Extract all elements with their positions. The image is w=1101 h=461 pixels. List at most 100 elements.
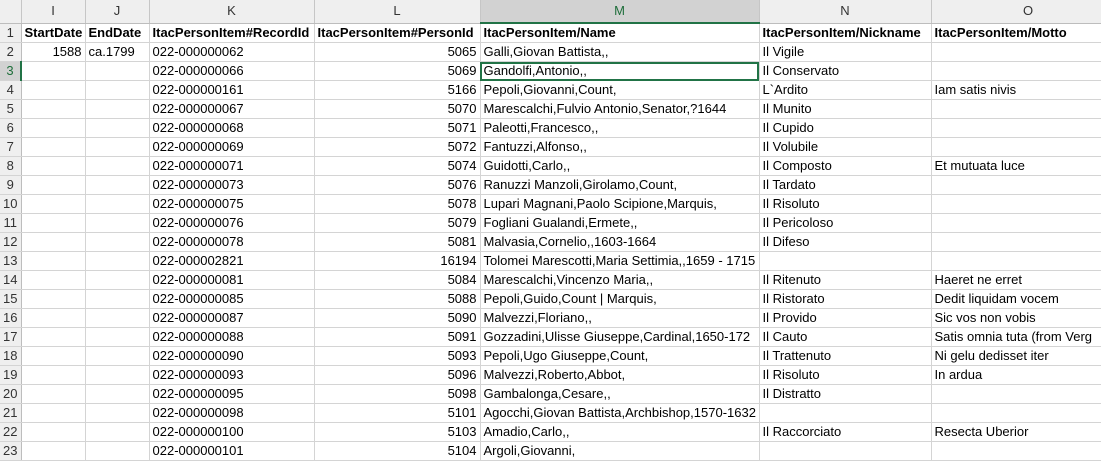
- row-header[interactable]: 6: [0, 118, 22, 138]
- cell-personid[interactable]: 5103: [314, 422, 481, 442]
- cell-enddate[interactable]: [85, 118, 150, 138]
- select-all-corner[interactable]: [0, 0, 22, 24]
- cell-nickname[interactable]: Il Munito: [759, 99, 932, 119]
- cell-startdate[interactable]: StartDate: [21, 23, 86, 43]
- cell-startdate[interactable]: [21, 61, 86, 81]
- cell-startdate[interactable]: [21, 441, 86, 461]
- cell-recordid[interactable]: 022-000000068: [149, 118, 315, 138]
- cell-recordid[interactable]: 022-000000067: [149, 99, 315, 119]
- cell-nickname[interactable]: ItacPersonItem/Nickname: [759, 23, 932, 43]
- cell-name[interactable]: Tolomei Marescotti,Maria Settimia,,1659 …: [480, 251, 760, 271]
- cell-startdate[interactable]: [21, 80, 86, 100]
- cell-recordid[interactable]: 022-000000093: [149, 365, 315, 385]
- cell-name[interactable]: Agocchi,Giovan Battista,Archbishop,1570-…: [480, 403, 760, 423]
- cell-enddate[interactable]: [85, 251, 150, 271]
- column-header-n[interactable]: N: [759, 0, 932, 24]
- row-header[interactable]: 8: [0, 156, 22, 176]
- cell-recordid[interactable]: 022-000000095: [149, 384, 315, 404]
- cell-startdate[interactable]: [21, 99, 86, 119]
- cell-nickname[interactable]: [759, 441, 932, 461]
- cell-personid[interactable]: 5069: [314, 61, 481, 81]
- column-header-j[interactable]: J: [85, 0, 150, 24]
- row-header[interactable]: 12: [0, 232, 22, 252]
- cell-motto[interactable]: [931, 403, 1101, 423]
- cell-enddate[interactable]: [85, 80, 150, 100]
- row-header[interactable]: 5: [0, 99, 22, 119]
- cell-motto[interactable]: [931, 137, 1101, 157]
- row-header[interactable]: 19: [0, 365, 22, 385]
- column-header-l[interactable]: L: [314, 0, 481, 24]
- cell-name[interactable]: ItacPersonItem/Name: [480, 23, 760, 43]
- cell-recordid[interactable]: 022-000000073: [149, 175, 315, 195]
- row-header[interactable]: 7: [0, 137, 22, 157]
- cell-motto[interactable]: Resecta Uberior: [931, 422, 1101, 442]
- cell-enddate[interactable]: [85, 137, 150, 157]
- cell-name[interactable]: Paleotti,Francesco,,: [480, 118, 760, 138]
- cell-enddate[interactable]: [85, 441, 150, 461]
- row-header[interactable]: 21: [0, 403, 22, 423]
- cell-enddate[interactable]: [85, 213, 150, 233]
- cell-enddate[interactable]: [85, 327, 150, 347]
- cell-enddate[interactable]: ca.1799: [85, 42, 150, 62]
- cell-enddate[interactable]: [85, 308, 150, 328]
- cell-startdate[interactable]: [21, 232, 86, 252]
- cell-nickname[interactable]: Il Risoluto: [759, 194, 932, 214]
- cell-startdate[interactable]: [21, 365, 86, 385]
- cell-recordid[interactable]: 022-000000100: [149, 422, 315, 442]
- cell-startdate[interactable]: [21, 308, 86, 328]
- cell-personid[interactable]: 5101: [314, 403, 481, 423]
- cell-personid[interactable]: 5070: [314, 99, 481, 119]
- row-header[interactable]: 13: [0, 251, 22, 271]
- cell-recordid[interactable]: 022-000000098: [149, 403, 315, 423]
- cell-motto[interactable]: [931, 251, 1101, 271]
- cell-nickname[interactable]: [759, 251, 932, 271]
- cell-nickname[interactable]: Il Tardato: [759, 175, 932, 195]
- cell-personid[interactable]: 5104: [314, 441, 481, 461]
- cell-startdate[interactable]: [21, 118, 86, 138]
- cell-recordid[interactable]: ItacPersonItem#RecordId: [149, 23, 315, 43]
- cell-personid[interactable]: 5093: [314, 346, 481, 366]
- cell-nickname[interactable]: Il Raccorciato: [759, 422, 932, 442]
- row-header[interactable]: 9: [0, 175, 22, 195]
- row-header[interactable]: 11: [0, 213, 22, 233]
- cell-motto[interactable]: ItacPersonItem/Motto: [931, 23, 1101, 43]
- cell-name[interactable]: Malvezzi,Floriano,,: [480, 308, 760, 328]
- cell-motto[interactable]: Iam satis nivis: [931, 80, 1101, 100]
- row-header[interactable]: 3: [0, 61, 22, 81]
- column-header-m[interactable]: M: [480, 0, 760, 24]
- cell-name[interactable]: Marescalchi,Vincenzo Maria,,: [480, 270, 760, 290]
- cell-personid[interactable]: 5088: [314, 289, 481, 309]
- cell-startdate[interactable]: [21, 384, 86, 404]
- cell-personid[interactable]: 5071: [314, 118, 481, 138]
- cell-personid[interactable]: 5098: [314, 384, 481, 404]
- cell-personid[interactable]: 5074: [314, 156, 481, 176]
- cell-motto[interactable]: Ni gelu dedisset iter: [931, 346, 1101, 366]
- cell-personid[interactable]: 5079: [314, 213, 481, 233]
- cell-enddate[interactable]: [85, 422, 150, 442]
- cell-name[interactable]: Pepoli,Guido,Count | Marquis,: [480, 289, 760, 309]
- cell-startdate[interactable]: [21, 327, 86, 347]
- cell-motto[interactable]: [931, 175, 1101, 195]
- cell-nickname[interactable]: Il Vigile: [759, 42, 932, 62]
- column-header-k[interactable]: K: [149, 0, 315, 24]
- cell-nickname[interactable]: Il Composto: [759, 156, 932, 176]
- cell-nickname[interactable]: Il Conservato: [759, 61, 932, 81]
- cell-nickname[interactable]: Il Provido: [759, 308, 932, 328]
- row-header[interactable]: 22: [0, 422, 22, 442]
- row-header[interactable]: 10: [0, 194, 22, 214]
- cell-startdate[interactable]: [21, 403, 86, 423]
- cell-motto[interactable]: [931, 61, 1101, 81]
- cell-name[interactable]: Ranuzzi Manzoli,Girolamo,Count,: [480, 175, 760, 195]
- cell-recordid[interactable]: 022-000000062: [149, 42, 315, 62]
- cell-startdate[interactable]: [21, 175, 86, 195]
- cell-recordid[interactable]: 022-000000090: [149, 346, 315, 366]
- cell-recordid[interactable]: 022-000000161: [149, 80, 315, 100]
- cell-name[interactable]: Pepoli,Ugo Giuseppe,Count,: [480, 346, 760, 366]
- cell-nickname[interactable]: Il Volubile: [759, 137, 932, 157]
- cell-motto[interactable]: Haeret ne erret: [931, 270, 1101, 290]
- cell-startdate[interactable]: [21, 251, 86, 271]
- cell-name[interactable]: Fantuzzi,Alfonso,,: [480, 137, 760, 157]
- cell-name[interactable]: Malvasia,Cornelio,,1603-1664: [480, 232, 760, 252]
- row-header[interactable]: 17: [0, 327, 22, 347]
- cell-personid[interactable]: 5072: [314, 137, 481, 157]
